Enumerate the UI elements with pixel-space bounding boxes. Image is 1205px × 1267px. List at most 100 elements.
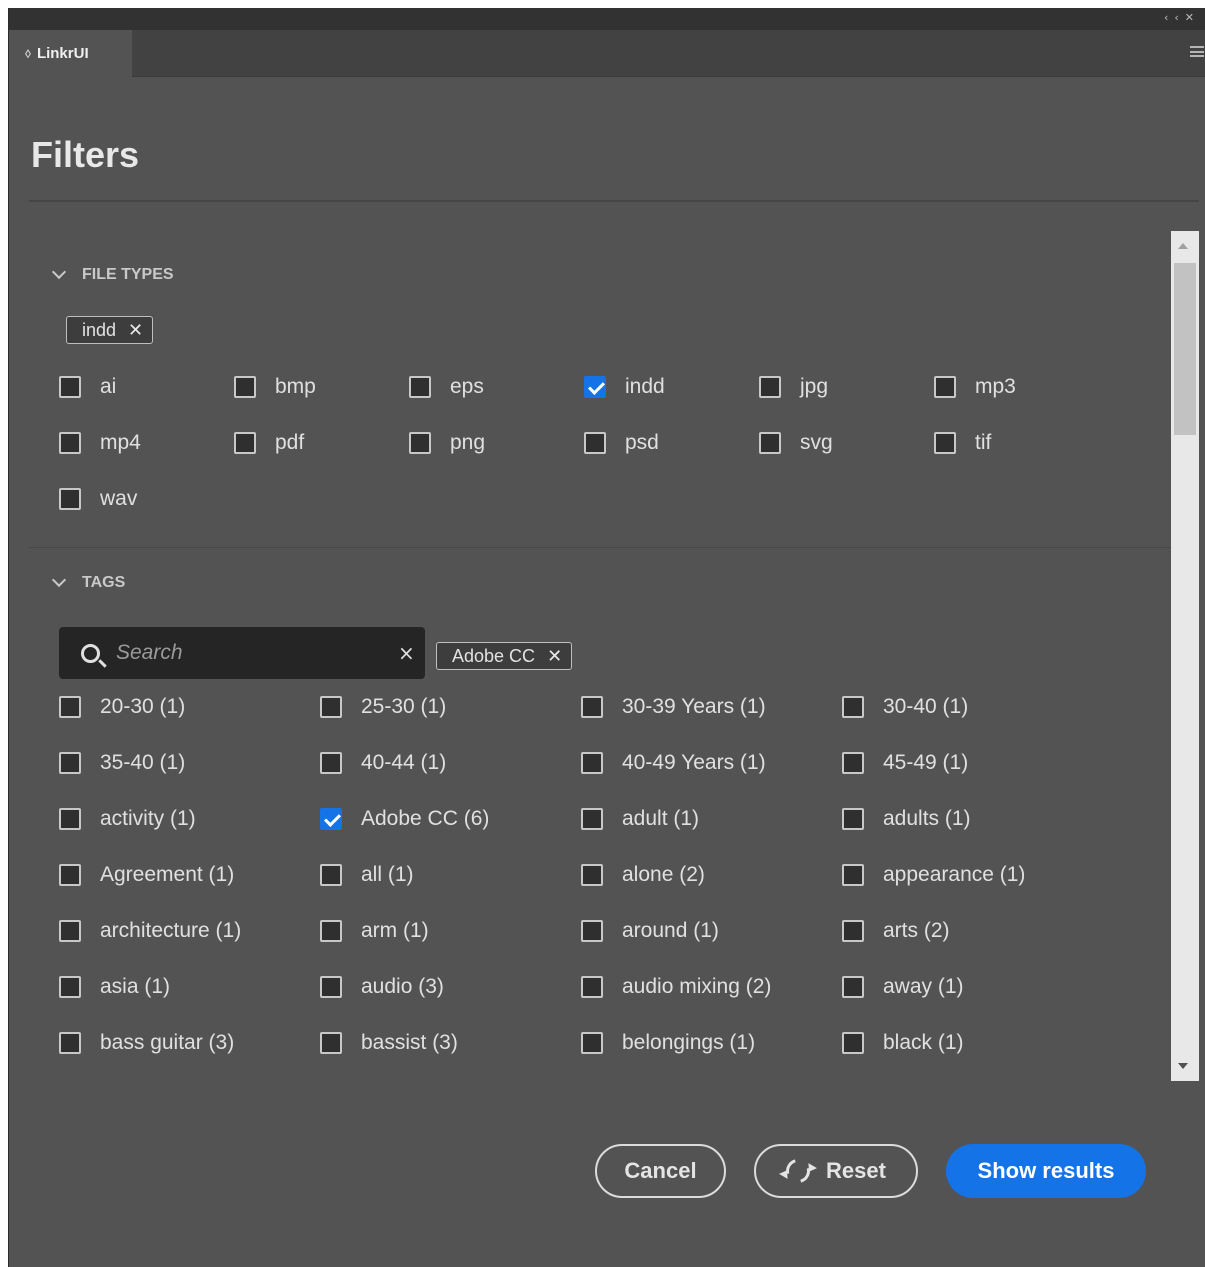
tag-option[interactable]: bassist (3) <box>320 1029 458 1057</box>
file-type-option[interactable]: png <box>409 429 485 457</box>
checkbox[interactable] <box>320 864 342 886</box>
reset-button[interactable]: Reset <box>754 1144 918 1198</box>
tag-option[interactable]: all (1) <box>320 861 414 889</box>
clear-search-icon[interactable]: × <box>398 641 415 665</box>
remove-chip-icon[interactable]: ✕ <box>128 320 143 341</box>
tag-option[interactable]: appearance (1) <box>842 861 1025 889</box>
checkbox[interactable] <box>320 920 342 942</box>
tag-option[interactable]: asia (1) <box>59 973 170 1001</box>
checkbox[interactable] <box>842 920 864 942</box>
checkbox[interactable] <box>759 376 781 398</box>
file-types-section-toggle[interactable]: FILE TYPES <box>51 264 174 284</box>
file-type-option[interactable]: psd <box>584 429 659 457</box>
tag-option[interactable]: 20-30 (1) <box>59 693 185 721</box>
tag-option[interactable]: bass guitar (3) <box>59 1029 234 1057</box>
checkbox[interactable] <box>320 752 342 774</box>
tag-option[interactable]: 45-49 (1) <box>842 749 968 777</box>
checkbox[interactable] <box>234 432 256 454</box>
tag-option[interactable]: architecture (1) <box>59 917 241 945</box>
checkbox-checked[interactable] <box>584 376 606 398</box>
tag-option[interactable]: black (1) <box>842 1029 964 1057</box>
checkbox[interactable] <box>409 432 431 454</box>
checkbox[interactable] <box>59 696 81 718</box>
checkbox[interactable] <box>842 976 864 998</box>
checkbox[interactable] <box>581 808 603 830</box>
checkbox[interactable] <box>934 432 956 454</box>
checkbox[interactable] <box>842 696 864 718</box>
checkbox[interactable] <box>581 1032 603 1054</box>
hamburger-icon[interactable] <box>1190 46 1204 57</box>
checkbox[interactable] <box>581 976 603 998</box>
remove-chip-icon[interactable]: ✕ <box>547 646 562 667</box>
checkbox[interactable] <box>59 864 81 886</box>
tag-option[interactable]: Adobe CC (6) <box>320 805 489 833</box>
file-type-option[interactable]: ai <box>59 373 116 401</box>
tag-option[interactable]: audio (3) <box>320 973 444 1001</box>
cancel-button[interactable]: Cancel <box>595 1144 726 1198</box>
file-type-option[interactable]: wav <box>59 485 137 513</box>
checkbox[interactable] <box>409 376 431 398</box>
tag-option[interactable]: adult (1) <box>581 805 699 833</box>
checkbox[interactable] <box>320 1032 342 1054</box>
tag-option[interactable]: arm (1) <box>320 917 429 945</box>
tag-option[interactable]: Agreement (1) <box>59 861 234 889</box>
tag-option[interactable]: 30-40 (1) <box>842 693 968 721</box>
checkbox[interactable] <box>842 1032 864 1054</box>
tag-option[interactable]: 40-49 Years (1) <box>581 749 766 777</box>
file-type-option[interactable]: pdf <box>234 429 304 457</box>
scroll-up-arrow-icon[interactable] <box>1178 243 1188 249</box>
checkbox[interactable] <box>842 864 864 886</box>
checkbox[interactable] <box>934 376 956 398</box>
tag-option[interactable]: away (1) <box>842 973 964 1001</box>
file-type-option[interactable]: mp3 <box>934 373 1016 401</box>
checkbox[interactable] <box>584 432 606 454</box>
tags-section-toggle[interactable]: TAGS <box>51 572 125 592</box>
tag-option[interactable]: 35-40 (1) <box>59 749 185 777</box>
checkbox[interactable] <box>759 432 781 454</box>
tag-option[interactable]: activity (1) <box>59 805 196 833</box>
checkbox[interactable] <box>59 376 81 398</box>
checkbox[interactable] <box>581 920 603 942</box>
tag-option[interactable]: adults (1) <box>842 805 971 833</box>
checkbox[interactable] <box>842 752 864 774</box>
tag-search-input[interactable] <box>116 641 390 665</box>
checkbox[interactable] <box>59 752 81 774</box>
checkbox[interactable] <box>59 488 81 510</box>
tag-option[interactable]: audio mixing (2) <box>581 973 771 1001</box>
scrollbar-thumb[interactable] <box>1174 263 1196 435</box>
tab-linkrui[interactable]: ◊ LinkrUI <box>9 30 132 77</box>
scroll-down-arrow-icon[interactable] <box>1178 1063 1188 1069</box>
tag-option[interactable]: 40-44 (1) <box>320 749 446 777</box>
checkbox[interactable] <box>320 696 342 718</box>
file-type-option[interactable]: eps <box>409 373 484 401</box>
tag-option[interactable]: alone (2) <box>581 861 705 889</box>
active-filter-chip-indd[interactable]: indd ✕ <box>66 316 154 344</box>
active-filter-chip-adobe-cc[interactable]: Adobe CC ✕ <box>436 642 573 670</box>
checkbox[interactable] <box>59 432 81 454</box>
tag-option[interactable]: around (1) <box>581 917 719 945</box>
checkbox[interactable] <box>59 976 81 998</box>
file-type-option[interactable]: bmp <box>234 373 316 401</box>
tag-option[interactable]: 30-39 Years (1) <box>581 693 766 721</box>
double-chevron-left-icon[interactable]: ‹‹ <box>1164 11 1185 24</box>
close-icon[interactable]: ✕ <box>1185 11 1200 24</box>
checkbox[interactable] <box>234 376 256 398</box>
file-type-option[interactable]: svg <box>759 429 833 457</box>
file-type-option[interactable]: tif <box>934 429 991 457</box>
tag-option[interactable]: 25-30 (1) <box>320 693 446 721</box>
tag-option[interactable]: arts (2) <box>842 917 950 945</box>
panel-window-controls[interactable]: ‹‹✕ <box>1164 11 1200 24</box>
tag-option[interactable]: belongings (1) <box>581 1029 755 1057</box>
checkbox[interactable] <box>581 696 603 718</box>
show-results-button[interactable]: Show results <box>946 1144 1146 1198</box>
checkbox[interactable] <box>320 976 342 998</box>
vertical-scrollbar[interactable] <box>1171 231 1199 1081</box>
file-type-option[interactable]: indd <box>584 373 665 401</box>
checkbox[interactable] <box>59 1032 81 1054</box>
file-type-option[interactable]: jpg <box>759 373 828 401</box>
checkbox[interactable] <box>581 864 603 886</box>
checkbox[interactable] <box>581 752 603 774</box>
checkbox[interactable] <box>59 920 81 942</box>
checkbox-checked[interactable] <box>320 808 342 830</box>
checkbox[interactable] <box>59 808 81 830</box>
